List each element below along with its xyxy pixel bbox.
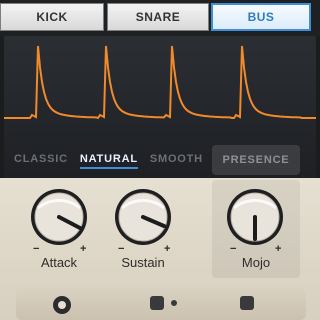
- mojo-minus-label: −: [230, 243, 237, 255]
- sustain-minus-label: −: [118, 243, 125, 255]
- toggle-switch-icon[interactable]: [240, 296, 254, 310]
- mojo-label: Mojo: [241, 255, 271, 270]
- tab-label: SNARE: [135, 10, 181, 24]
- attack-label: Attack: [40, 255, 78, 270]
- mode-natural[interactable]: NATURAL: [79, 153, 138, 169]
- sustain-knob[interactable]: [114, 188, 172, 246]
- drum-type-tab-bar: KICK SNARE BUS: [0, 0, 320, 36]
- attack-plus-label: +: [80, 243, 87, 255]
- mojo-plus-label: +: [275, 243, 282, 255]
- tab-bus[interactable]: BUS: [211, 3, 311, 31]
- indicator-dot-icon: [171, 300, 177, 306]
- presence-button[interactable]: PRESENCE: [212, 145, 300, 175]
- gray-waveform: [4, 62, 315, 149]
- tab-label: BUS: [247, 10, 275, 24]
- attack-minus-label: −: [33, 243, 40, 255]
- tab-kick[interactable]: KICK: [0, 3, 104, 31]
- sustain-plus-label: +: [164, 243, 171, 255]
- power-icon[interactable]: [52, 294, 72, 316]
- tab-snare[interactable]: SNARE: [107, 3, 209, 31]
- mode-smooth[interactable]: SMOOTH: [150, 153, 203, 169]
- toggle-switch-icon[interactable]: [150, 296, 164, 310]
- attack-knob[interactable]: [30, 188, 88, 246]
- presence-label: PRESENCE: [222, 154, 290, 166]
- sustain-label: Sustain: [121, 255, 165, 270]
- tab-label: KICK: [36, 10, 68, 24]
- mode-selector: CLASSIC NATURAL SMOOTH: [14, 153, 203, 169]
- mojo-knob[interactable]: [226, 188, 284, 246]
- mode-classic[interactable]: CLASSIC: [14, 153, 68, 169]
